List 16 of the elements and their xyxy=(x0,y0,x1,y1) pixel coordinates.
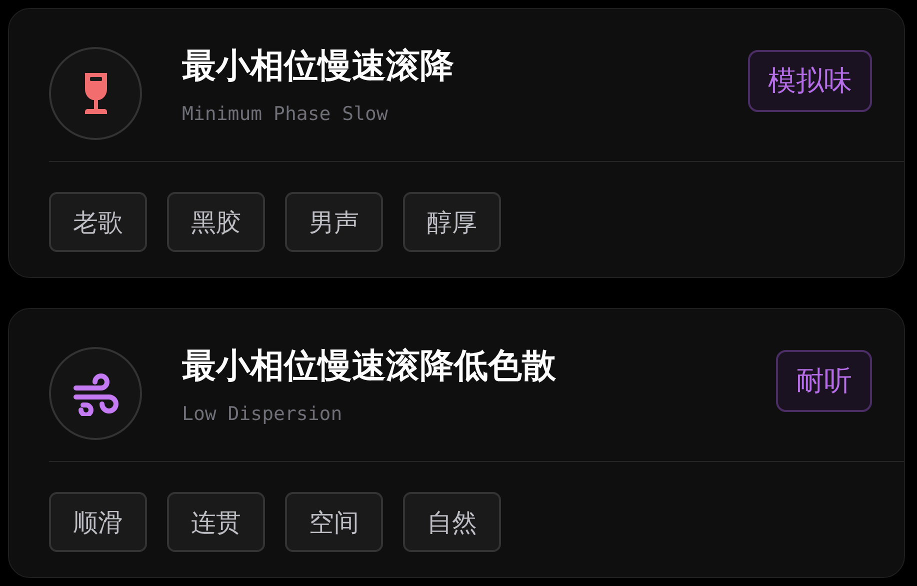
card-subtitle: Low Dispersion xyxy=(182,403,344,425)
filter-card[interactable]: 最小相位慢速滚降低色散 Low Dispersion 耐听 顺滑 连贯 空间 自然 xyxy=(8,308,905,578)
tag-chip: 老歌 xyxy=(49,192,147,252)
card-title: 最小相位慢速滚降低色散 xyxy=(182,345,557,388)
filter-card[interactable]: 最小相位慢速滚降 Minimum Phase Slow 模拟味 老歌 黑胶 男声 醇厚 xyxy=(8,8,905,278)
card-subtitle: Minimum Phase Slow xyxy=(182,103,389,125)
tag-chip: 黑胶 xyxy=(167,192,265,252)
badge: 模拟味 xyxy=(748,50,872,112)
card-title: 最小相位慢速滚降 xyxy=(182,45,455,88)
tag-chip: 自然 xyxy=(403,492,501,552)
tag-chip: 顺滑 xyxy=(49,492,147,552)
badge: 耐听 xyxy=(776,350,872,412)
tag-chip: 醇厚 xyxy=(403,192,501,252)
tag-chip: 男声 xyxy=(285,192,383,252)
tag-chip: 空间 xyxy=(285,492,383,552)
tag-chip: 连贯 xyxy=(167,492,265,552)
